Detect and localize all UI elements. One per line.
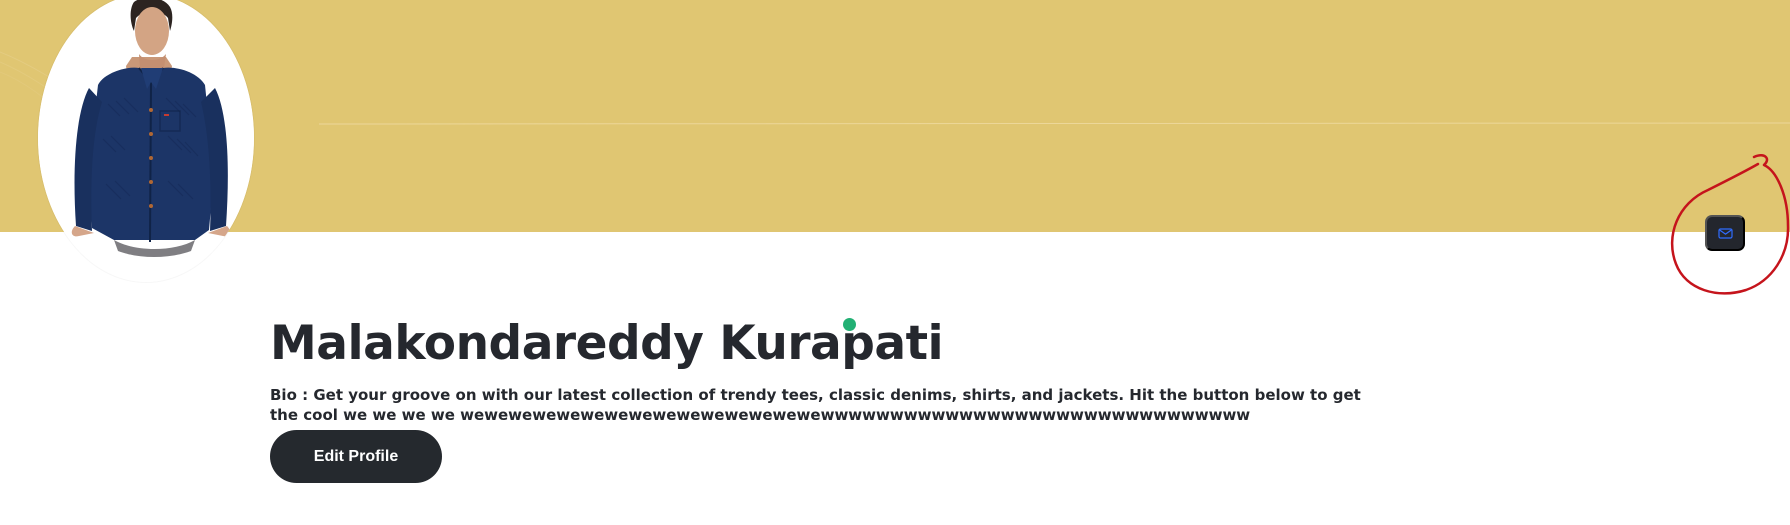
edit-profile-button[interactable]: Edit Profile (270, 430, 442, 483)
bio-text: Get your groove on with our latest colle… (270, 386, 1361, 424)
bio-label: Bio : (270, 386, 309, 404)
person-avatar-image (38, 0, 254, 282)
profile-avatar (38, 0, 254, 282)
online-status-dot (843, 318, 856, 331)
profile-bio: Bio : Get your groove on with our latest… (270, 385, 1370, 425)
profile-page: Malakondareddy Kurapati Bio : Get your g… (0, 0, 1790, 525)
profile-banner (0, 0, 1790, 232)
red-annotation-circle (1670, 154, 1790, 295)
banner-pattern (0, 51, 1790, 125)
